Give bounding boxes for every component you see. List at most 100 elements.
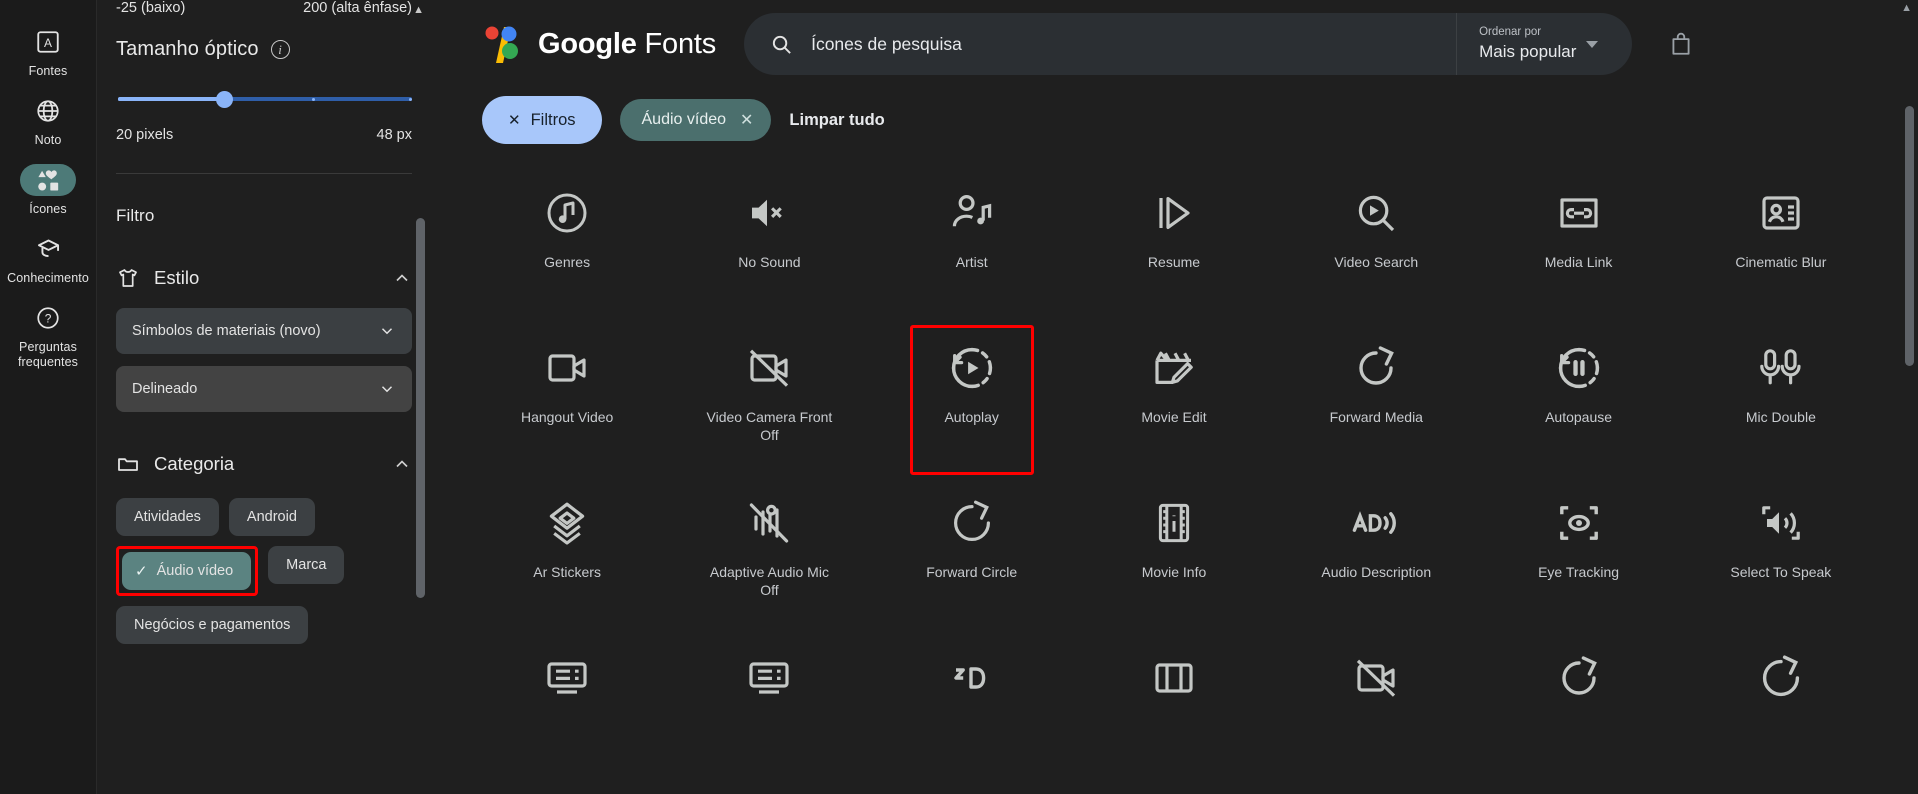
chevron-down-icon [1586,41,1599,48]
icon-cell-audio-description[interactable]: Audio Description [1275,476,1477,631]
scroll-up-arrow-icon[interactable]: ▲ [1901,2,1912,14]
icon-label: Video Camera Front Off [699,409,839,444]
icon-label: Autoplay [944,409,999,425]
circle-icon [1757,647,1805,709]
icon-cell-mic-double[interactable]: Mic Double [1680,321,1882,476]
icon-cell-video-camera-front-off[interactable]: Video Camera Front Off [668,321,870,476]
category-chip-audio-video[interactable]: ✓ Áudio vídeo [122,552,252,590]
movie-info-icon [1150,492,1198,554]
active-filters-row: ✕ Filtros Áudio vídeo ✕ Limpar tudo [430,96,1918,144]
category-chip-marca[interactable]: Marca [268,546,345,584]
icon-cell-row4-6[interactable] [1477,631,1679,786]
sort-by-dropdown[interactable]: Ordenar por Mais popular [1456,13,1633,75]
slider-thumb[interactable] [216,91,234,108]
shopping-bag-icon[interactable] [1668,31,1694,57]
weight-max-label: 200 (alta ênfase) [303,0,412,16]
icon-label: Adaptive Audio Mic Off [699,564,839,599]
eye-tracking-icon [1555,492,1603,554]
search-input[interactable]: Ícones de pesquisa [744,13,1457,75]
icon-cell-eye-tracking[interactable]: Eye Tracking [1477,476,1679,631]
sidebar-label-icones: Ícones [29,202,67,216]
icon-cell-autoplay[interactable]: Autoplay [871,321,1073,476]
icon-cell-movie-edit[interactable]: Movie Edit [1073,321,1275,476]
ar-stickers-icon [543,492,591,554]
icon-cell-genres[interactable]: Genres [466,166,668,321]
style-section-title: Estilo [154,267,200,288]
info-icon[interactable]: i [270,40,290,59]
optical-size-slider[interactable] [118,89,413,109]
icon-cell-row4-5[interactable] [1275,631,1477,786]
icon-cell-autopause[interactable]: Autopause [1477,321,1679,476]
panel-scrollbar-thumb[interactable] [416,218,425,598]
mic-double-icon [1757,337,1805,399]
cinematic-blur-icon [1757,182,1805,244]
icon-label: Ar Stickers [533,564,601,580]
icon-label: Hangout Video [520,409,614,425]
style-section-header[interactable]: Estilo [116,266,412,290]
icon-cell-video-search[interactable]: Video Search [1275,166,1477,321]
google-fonts-logo-icon [482,25,524,63]
icon-label: No Sound [738,254,801,270]
category-section-header[interactable]: Categoria [116,452,412,476]
style-fill-select[interactable]: Delineado [116,366,412,412]
filters-toggle-button[interactable]: ✕ Filtros [482,96,602,144]
icon-label: Movie Info [1141,564,1207,580]
icon-label: Select To Speak [1730,564,1832,580]
select-to-speak-icon [1757,492,1805,554]
icon-cell-no-sound[interactable]: No Sound [668,166,870,321]
icon-cell-ar-stickers[interactable]: Ar Stickers [466,476,668,631]
left-nav-rail: A Fontes Noto Ícones Conhecimento ? Perg… [0,0,96,794]
dvr-alt-icon [745,647,793,709]
close-icon: ✕ [508,112,521,129]
icon-label: Artist [955,254,988,270]
folder-icon [116,452,146,476]
help-circle-icon: ? [20,302,76,334]
category-chip-negocios-pagamentos[interactable]: Negócios e pagamentos [116,606,309,644]
active-filter-chip-audio-video[interactable]: Áudio vídeo ✕ [619,99,772,141]
icon-label: Video Search [1334,254,1419,270]
icon-cell-row4-7[interactable] [1680,631,1882,786]
icon-cell-row4-1[interactable] [466,631,668,786]
chevron-down-icon [378,322,396,340]
icon-label: Media Link [1544,254,1613,270]
sidebar-item-icones[interactable]: Ícones [2,160,94,225]
icon-cell-forward-circle[interactable]: Forward Circle [871,476,1073,631]
audio-description-icon [1350,492,1402,554]
chevron-up-icon[interactable] [392,454,412,474]
icon-cell-movie-info[interactable]: Movie Info [1073,476,1275,631]
sidebar-item-perguntas-frequentes[interactable]: ? Perguntas frequentes [2,298,94,378]
icon-cell-row4-4[interactable] [1073,631,1275,786]
icon-cell-row4-3[interactable] [871,631,1073,786]
icon-cell-hangout-video[interactable]: Hangout Video [466,321,668,476]
scroll-up-arrow-icon[interactable]: ▲ [413,4,424,16]
sidebar-item-conhecimento[interactable]: Conhecimento [2,229,94,294]
icon-cell-row4-2[interactable] [668,631,870,786]
close-icon[interactable]: ✕ [740,110,753,130]
chevron-down-icon [378,380,396,398]
slider-tick-start [118,97,121,101]
optical-size-values: 20 pixels 48 px [116,127,412,143]
sidebar-item-fontes[interactable]: A Fontes [2,22,94,87]
icon-cell-forward-media[interactable]: Forward Media [1275,321,1477,476]
panel-scrollbar[interactable] [416,0,425,794]
icon-cell-cinematic-blur[interactable]: Cinematic Blur [1680,166,1882,321]
svg-text:A: A [44,36,52,50]
main-scrollbar-thumb[interactable] [1905,106,1914,366]
sidebar-item-noto[interactable]: Noto [2,91,94,156]
category-chip-list: Atividades Android ✓ Áudio vídeo Marca N… [116,498,412,644]
category-chip-android[interactable]: Android [228,498,315,536]
autoplay-icon [946,337,998,399]
main-scrollbar[interactable] [1905,106,1914,794]
icon-cell-select-to-speak[interactable]: Select To Speak [1680,476,1882,631]
icon-cell-media-link[interactable]: Media Link [1477,166,1679,321]
icon-cell-artist[interactable]: Artist [871,166,1073,321]
category-chip-atividades[interactable]: Atividades [116,498,219,536]
icon-cell-resume[interactable]: Resume [1073,166,1275,321]
sort-by-value: Mais popular [1479,42,1577,62]
chevron-up-icon[interactable] [392,268,412,288]
style-family-select[interactable]: Símbolos de materiais (novo) [116,308,412,354]
icon-cell-adaptive-audio-mic-off[interactable]: Adaptive Audio Mic Off [668,476,870,631]
clear-all-button[interactable]: Limpar tudo [789,111,884,130]
faq-line-1: Perguntas [19,340,77,354]
brand-google: Google [538,27,637,60]
